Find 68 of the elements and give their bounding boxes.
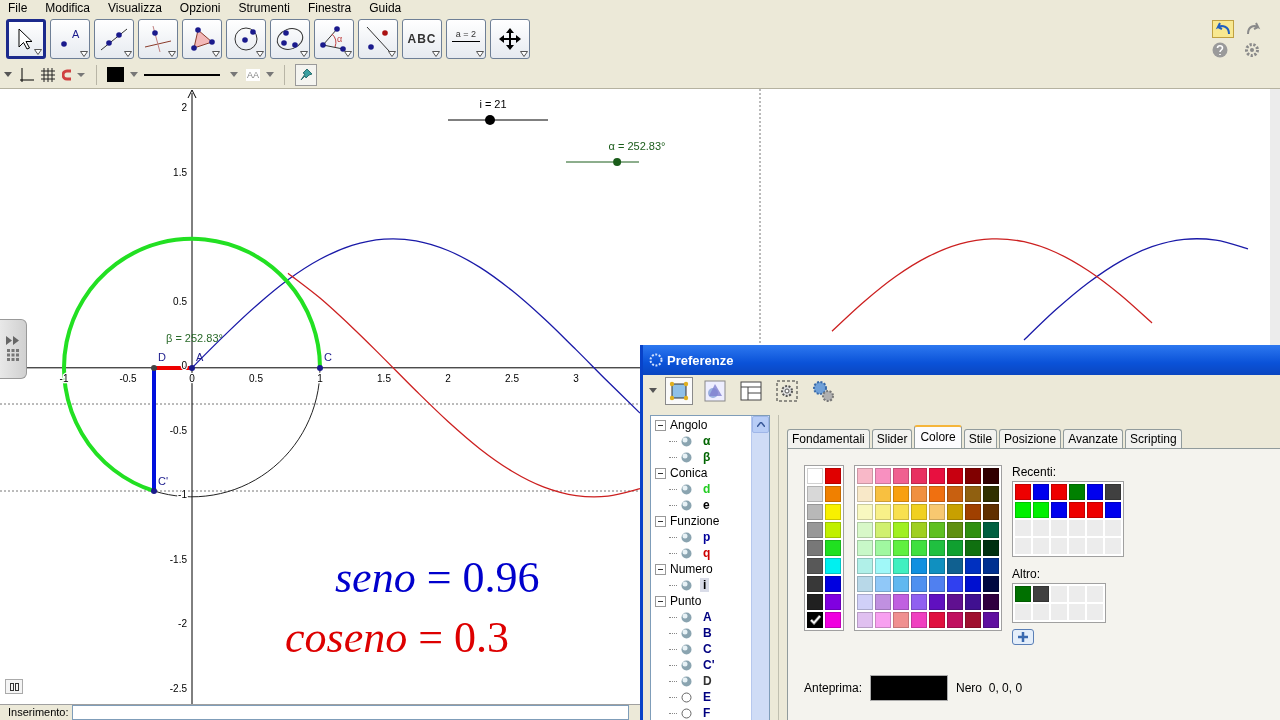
tree-group[interactable]: Conica bbox=[670, 466, 708, 480]
tool-button[interactable]: ABC bbox=[402, 18, 442, 59]
tree-item[interactable]: q bbox=[700, 546, 714, 560]
menu-item[interactable]: Guida bbox=[369, 0, 402, 15]
tick-label: 1.5 bbox=[377, 372, 391, 384]
input-label: Inserimento: bbox=[8, 706, 69, 719]
tick-label: 1 bbox=[317, 372, 323, 384]
menu-item[interactable]: Finestra bbox=[307, 0, 352, 15]
tree-item[interactable]: C' bbox=[700, 658, 718, 672]
tab[interactable]: Avanzate bbox=[1063, 429, 1123, 448]
tree-group[interactable]: Punto bbox=[670, 594, 702, 608]
point-label: D bbox=[158, 350, 166, 363]
tick-label: 2 bbox=[445, 372, 451, 384]
menu-item[interactable]: Strumenti bbox=[238, 0, 290, 15]
tree-item[interactable]: e bbox=[700, 498, 713, 512]
tree-item[interactable]: E bbox=[700, 690, 714, 704]
tick-label: 0 bbox=[189, 372, 195, 384]
tree-item[interactable]: F bbox=[700, 706, 714, 720]
tree-group[interactable]: Numero bbox=[670, 562, 713, 576]
tick-label: -0.5 bbox=[169, 424, 187, 436]
tab[interactable]: Slider bbox=[871, 429, 913, 448]
tick-label: 0.5 bbox=[249, 372, 263, 384]
tree-item[interactable]: β bbox=[700, 450, 714, 464]
tree-item[interactable]: B bbox=[700, 626, 715, 640]
tick-label: 1.5 bbox=[173, 166, 187, 178]
tree-item[interactable]: D bbox=[700, 674, 715, 688]
point-label: A bbox=[196, 350, 204, 363]
formula-text: coseno = 0.3 bbox=[285, 613, 509, 662]
menu-item[interactable]: Visualizza bbox=[108, 0, 162, 15]
point-label: C bbox=[324, 350, 332, 363]
tab[interactable]: Fondamentali bbox=[787, 429, 870, 448]
tick-label: 0.5 bbox=[173, 295, 187, 307]
tick-label: 2 bbox=[181, 101, 187, 113]
dialog-title: Preferenze bbox=[667, 352, 734, 368]
tool-button[interactable]: α bbox=[314, 18, 354, 59]
tick-label: -2.5 bbox=[169, 682, 187, 694]
slider-label: α = 252.83° bbox=[608, 139, 666, 152]
color-name: Nero 0, 0, 0 bbox=[956, 681, 1023, 695]
tab[interactable]: Scripting bbox=[1124, 429, 1182, 448]
tool-button[interactable]: A bbox=[50, 18, 90, 59]
menu-item[interactable]: Modifica bbox=[45, 0, 91, 15]
tick-label: 3 bbox=[573, 372, 579, 384]
tree-group[interactable]: Angolo bbox=[670, 418, 708, 432]
tree-item[interactable]: C bbox=[700, 642, 715, 656]
tick-label: 2.5 bbox=[505, 372, 519, 384]
label-style-button[interactable]: AA bbox=[246, 68, 260, 81]
section-label: Altro: bbox=[1012, 567, 1040, 581]
tab[interactable]: Stile bbox=[963, 429, 998, 448]
section-label: Recenti: bbox=[1012, 465, 1057, 479]
formula-text: seno = 0.96 bbox=[335, 553, 540, 602]
tick-label: -0.5 bbox=[119, 372, 137, 384]
point-label: C' bbox=[158, 474, 169, 487]
tick-label: -2 bbox=[178, 618, 187, 630]
tool-button[interactable]: a = 2 bbox=[446, 18, 486, 59]
tree-group[interactable]: Funzione bbox=[670, 514, 720, 528]
tab[interactable]: Colore bbox=[914, 425, 962, 448]
tab[interactable]: Posizione bbox=[999, 429, 1062, 448]
tick-label: -1.5 bbox=[169, 553, 187, 565]
tree-item[interactable]: p bbox=[700, 530, 714, 544]
tree-item[interactable]: α bbox=[700, 434, 714, 448]
tree-item[interactable]: i bbox=[700, 578, 710, 592]
slider-label: i = 21 bbox=[479, 97, 507, 110]
menu-item[interactable]: File bbox=[8, 0, 28, 15]
tree-item[interactable]: A bbox=[700, 610, 715, 624]
menu-item[interactable]: Opzioni bbox=[179, 0, 221, 15]
preview-label: Anteprima: bbox=[804, 681, 863, 695]
tick-label: -1 bbox=[59, 372, 69, 384]
tick-label: 0 bbox=[181, 360, 187, 372]
